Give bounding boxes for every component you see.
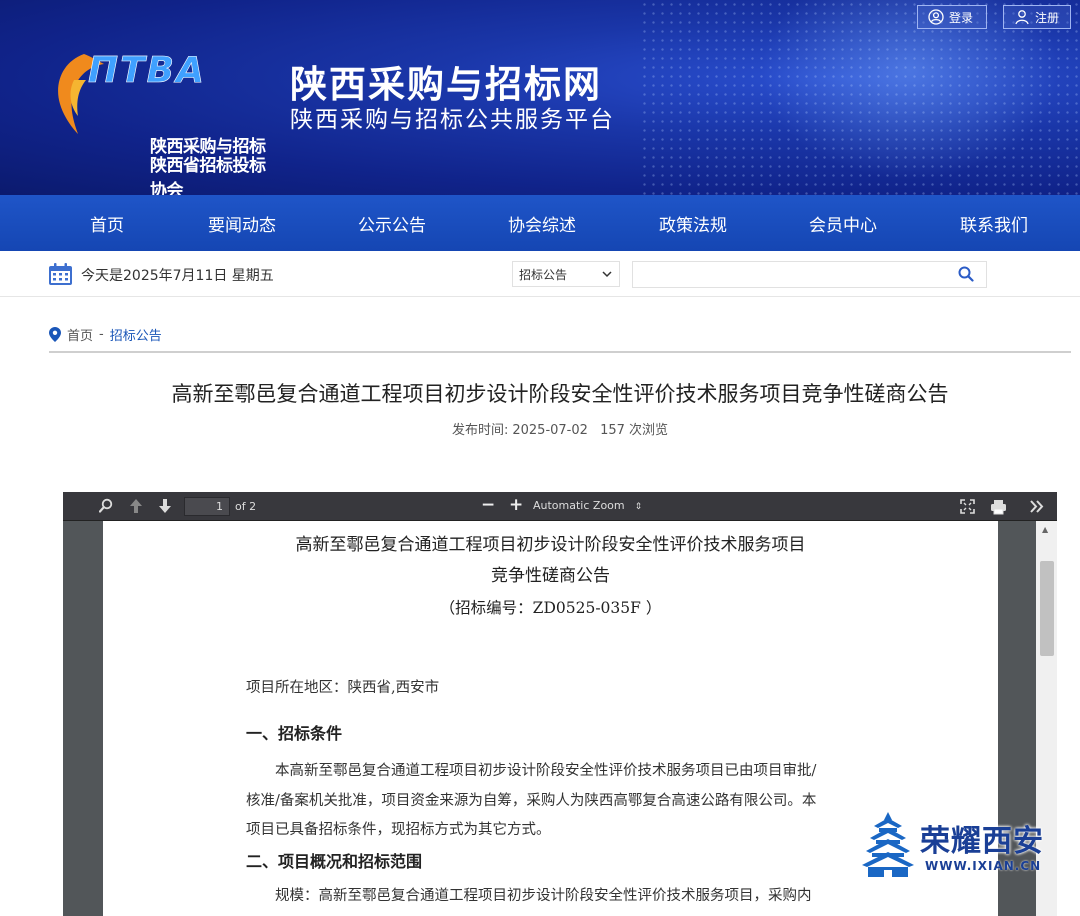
- watermark-url: WWW.IXIAN.CN: [925, 859, 1042, 873]
- chevron-down-icon: [602, 271, 612, 278]
- nav-item-policy[interactable]: 政策法规: [643, 195, 743, 251]
- article-meta: 发布时间: 2025-07-02 157 次浏览: [0, 419, 1080, 438]
- watermark: 荣耀西安 WWW.IXIAN.CN: [862, 812, 1062, 882]
- main-nav: 首页 要闻动态 公示公告 协会综述 政策法规 会员中心 联系我们: [0, 195, 1080, 251]
- watermark-text: 荣耀西安: [920, 824, 1044, 859]
- page-total: of 2: [235, 500, 257, 513]
- pagoda-logo-icon: [862, 812, 914, 877]
- zoom-value: Automatic Zoom: [533, 499, 625, 512]
- pdf-toolbar: 1 of 2 − + Automatic Zoom ⇕: [63, 492, 1057, 521]
- register-button[interactable]: 注册: [1003, 5, 1071, 29]
- register-label: 注册: [1035, 10, 1060, 25]
- doc-bid-number: （招标编号：ZD0525-035F ）: [439, 599, 662, 617]
- user-icon: [1015, 10, 1029, 25]
- doc-paragraph: 项目已具备招标条件，现招标方式为其它方式。: [246, 822, 551, 838]
- publish-date: 2025-07-02: [512, 423, 588, 438]
- breadcrumb: 首页 - 招标公告: [49, 324, 162, 344]
- breadcrumb-separator: -: [99, 326, 104, 342]
- search-input[interactable]: [632, 261, 987, 288]
- double-chevron-right-icon[interactable]: [1030, 500, 1044, 513]
- logo-lettering: ΠTBA: [88, 50, 206, 91]
- location-pin-icon: [49, 326, 61, 342]
- nav-item-about[interactable]: 协会综述: [492, 195, 592, 251]
- date-search-bar: 今天是2025年7月11日 星期五 招标公告: [0, 251, 1080, 297]
- article-title: 高新至鄠邑复合通道工程项目初步设计阶段安全性评价技术服务项目竞争性磋商公告: [171, 382, 949, 406]
- scroll-up-icon[interactable]: ▲: [1042, 525, 1048, 534]
- site-subtitle: 陕西采购与招标公共服务平台: [290, 107, 615, 133]
- banner-dot-pattern: [640, 0, 1080, 195]
- doc-title-line2: 竞争性磋商公告: [491, 566, 610, 586]
- nav-item-announcements[interactable]: 公示公告: [342, 195, 442, 251]
- doc-paragraph: 本高新至鄠邑复合通道工程项目初步设计阶段安全性评价技术服务项目已由项目审批/: [275, 763, 817, 779]
- scrollbar-thumb[interactable]: [1040, 561, 1054, 656]
- doc-section2-heading: 二、项目概况和招标范围: [246, 852, 423, 871]
- search-icon[interactable]: [99, 498, 113, 514]
- search-category-select[interactable]: 招标公告: [512, 261, 620, 287]
- login-button[interactable]: 登录: [917, 5, 987, 29]
- view-count: 157 次浏览: [600, 423, 669, 438]
- nav-item-news[interactable]: 要闻动态: [192, 195, 292, 251]
- calendar-icon: [49, 263, 72, 285]
- arrow-down-icon[interactable]: [158, 498, 172, 514]
- nav-item-members[interactable]: 会员中心: [793, 195, 893, 251]
- breadcrumb-home[interactable]: 首页: [67, 325, 93, 344]
- doc-section1-heading: 一、招标条件: [246, 724, 343, 743]
- logo-emblem: ΠTBA: [58, 50, 206, 134]
- search-category-value: 招标公告: [519, 267, 568, 282]
- updown-icon: ⇕: [634, 502, 643, 512]
- search-icon[interactable]: [958, 266, 974, 282]
- nav-item-home[interactable]: 首页: [62, 195, 152, 251]
- nav-item-contact[interactable]: 联系我们: [944, 195, 1044, 251]
- breadcrumb-current[interactable]: 招标公告: [110, 325, 162, 344]
- current-date: 今天是2025年7月11日 星期五: [81, 268, 274, 284]
- doc-title-line1: 高新至鄠邑复合通道工程项目初步设计阶段安全性评价技术服务项目: [295, 535, 806, 555]
- login-label: 登录: [949, 10, 974, 25]
- user-circle-icon: [928, 9, 944, 25]
- publish-label: 发布时间:: [451, 423, 509, 438]
- zoom-select[interactable]: Automatic Zoom ⇕: [533, 499, 642, 512]
- breadcrumb-divider: [49, 351, 1071, 353]
- header-banner: ΠTBA 陕西采购与招标 陕西省招标投标协会 陕西采购与招标网 陕西采购与招标公…: [0, 0, 1080, 195]
- fullscreen-icon[interactable]: [960, 499, 975, 514]
- arrow-up-icon[interactable]: [129, 498, 143, 514]
- doc-paragraph: 核准/备案机关批准，项目资金来源为自筹，采购人为陕西高鄂复合高速公路有限公司。本: [246, 793, 817, 809]
- doc-paragraph: 规模：高新至鄠邑复合通道工程项目初步设计阶段安全性评价技术服务项目，采购内: [275, 888, 812, 904]
- print-icon[interactable]: [990, 499, 1007, 515]
- site-logo[interactable]: ΠTBA 陕西采购与招标 陕西省招标投标协会: [52, 44, 276, 195]
- zoom-in-button[interactable]: +: [509, 495, 523, 515]
- page-number-input[interactable]: 1: [184, 497, 230, 516]
- logo-text-line2: 陕西省招标投标协会: [150, 156, 266, 195]
- doc-region: 项目所在地区：陕西省,西安市: [246, 680, 440, 696]
- zoom-out-button[interactable]: −: [481, 495, 495, 515]
